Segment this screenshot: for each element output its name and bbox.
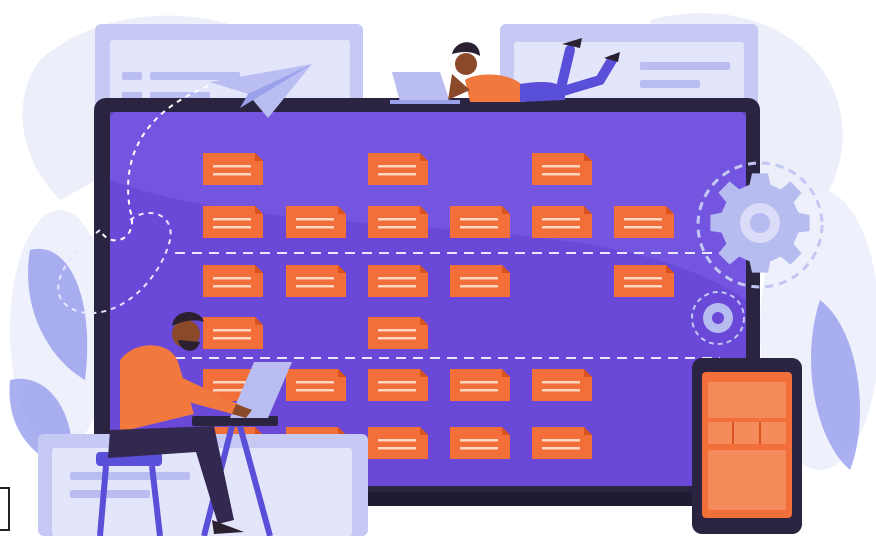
kanban-card	[203, 317, 263, 349]
kanban-card	[203, 265, 263, 297]
kanban-card	[368, 317, 428, 349]
kanban-card	[614, 265, 674, 297]
kanban-card	[368, 369, 428, 401]
kanban-card	[286, 265, 346, 297]
kanban-card	[368, 265, 428, 297]
kanban-card	[450, 265, 510, 297]
kanban-card	[203, 153, 263, 185]
kanban-card	[532, 427, 592, 459]
kanban-card	[614, 206, 674, 238]
kanban-card	[368, 153, 428, 185]
kanban-card	[203, 206, 263, 238]
kanban-card	[286, 206, 346, 238]
gear-icon	[696, 161, 824, 289]
laptop-icon	[392, 72, 450, 102]
kanban-card	[368, 206, 428, 238]
kanban-card	[368, 427, 428, 459]
kanban-card	[450, 369, 510, 401]
corner-bracket	[0, 487, 10, 531]
kanban-card	[532, 369, 592, 401]
tablet-icon	[692, 358, 802, 534]
kanban-card	[286, 369, 346, 401]
kanban-illustration	[9, 12, 876, 536]
kanban-card	[450, 427, 510, 459]
kanban-card	[450, 206, 510, 238]
kanban-card	[532, 206, 592, 238]
kanban-card	[532, 153, 592, 185]
